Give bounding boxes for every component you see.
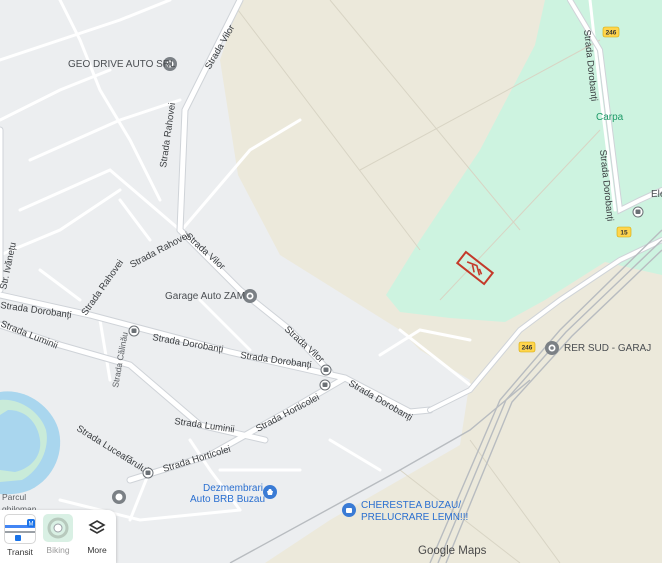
layer-more-button[interactable]: More bbox=[79, 514, 115, 555]
map-canvas[interactable]: Carpa Ele Parcul ghiloman Strada Vilor S… bbox=[0, 0, 662, 563]
pin-cherestea-icon[interactable] bbox=[342, 503, 356, 517]
svg-text:15: 15 bbox=[620, 230, 628, 237]
poi-garage-zam[interactable]: Garage Auto ZAM bbox=[165, 291, 245, 302]
poi-dezmembrari-2[interactable]: Auto BRB Buzau bbox=[190, 494, 265, 505]
layer-biking-button[interactable]: Biking bbox=[40, 514, 76, 555]
pin-garage-zam-icon[interactable] bbox=[243, 289, 257, 303]
layer-more-label: More bbox=[87, 545, 107, 555]
layer-panel: M Transit Biking More bbox=[0, 510, 116, 563]
pin-park-icon[interactable] bbox=[112, 490, 126, 504]
svg-text:246: 246 bbox=[522, 345, 533, 352]
poi-carpa[interactable]: Carpa bbox=[596, 112, 624, 123]
route-badge-246-top: 246 bbox=[602, 26, 620, 38]
biking-icon bbox=[43, 514, 73, 542]
bus-stop-icon[interactable] bbox=[142, 467, 154, 479]
park-label-1: Parcul bbox=[2, 492, 26, 502]
poi-rer-sud[interactable]: RER SUD - GARAJ bbox=[564, 343, 651, 354]
svg-text:246: 246 bbox=[606, 30, 617, 37]
google-maps-brand: Google Maps bbox=[418, 545, 487, 557]
transit-icon: M bbox=[4, 514, 36, 544]
poi-ele[interactable]: Ele bbox=[651, 189, 662, 200]
bus-stop-icon[interactable] bbox=[632, 206, 644, 218]
layer-transit-button[interactable]: M Transit bbox=[2, 514, 38, 557]
poi-cherestea-2[interactable]: PRELUCRARE LEMN!!! bbox=[361, 512, 468, 523]
bus-stop-icon[interactable] bbox=[320, 364, 332, 376]
poi-dezmembrari-1[interactable]: Dezmembrari bbox=[203, 483, 263, 494]
poi-geo-drive[interactable]: GEO DRIVE AUTO SRL bbox=[68, 59, 176, 70]
layer-transit-label: Transit bbox=[7, 547, 33, 557]
route-badge-15: 15 bbox=[616, 226, 632, 238]
layers-icon bbox=[82, 514, 112, 542]
bus-stop-icon[interactable] bbox=[128, 325, 140, 337]
pin-dezmembrari-icon[interactable] bbox=[263, 485, 277, 499]
poi-cherestea-1[interactable]: CHERESTEA BUZAU/ bbox=[361, 500, 461, 511]
layer-biking-label: Biking bbox=[46, 545, 70, 555]
pin-rer-sud-icon[interactable] bbox=[545, 341, 559, 355]
bus-stop-icon[interactable] bbox=[319, 379, 331, 391]
svg-text:M: M bbox=[29, 522, 34, 528]
route-badge-246-mid: 246 bbox=[518, 341, 536, 353]
